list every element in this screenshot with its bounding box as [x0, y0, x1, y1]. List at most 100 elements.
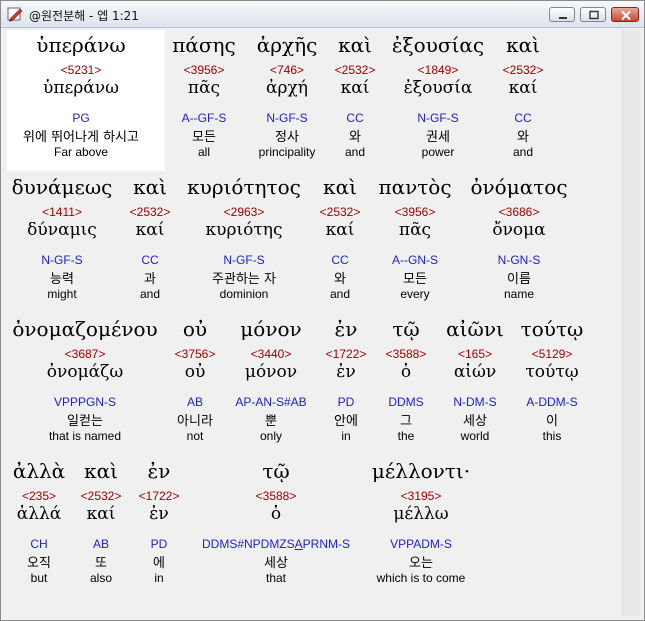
english-gloss: power [421, 145, 455, 159]
greek-word: καὶ [338, 33, 372, 57]
parsing-code: PG [72, 111, 90, 125]
greek-word: ὀνομαζομένου [12, 317, 158, 341]
greek-word: μέλλοντι· [371, 459, 471, 483]
korean-gloss: 와 [334, 272, 346, 287]
parsing-code: A--GF-S [181, 111, 227, 125]
word-cell[interactable]: μέλλοντι· <3195> μέλλω VPPADM-S 오는 which… [372, 459, 470, 585]
greek-word: μόνον [240, 317, 302, 341]
word-cell[interactable]: ἀρχῆς <746> ἀρχή N-GF-S 정사 principality [257, 33, 318, 159]
greek-word: κυριότητος [187, 175, 301, 199]
korean-gloss: 아니라 [177, 414, 213, 429]
strong-number: <3956> [394, 205, 436, 219]
english-gloss: name [503, 287, 535, 301]
strong-number: <3687> [64, 347, 106, 361]
greek-word: καὶ [506, 33, 540, 57]
parsing-code: AB [92, 537, 109, 551]
word-cell[interactable]: ὑπεράνω <5231> ὑπεράνω PG 위에 뛰어나게 하시고 Fa… [23, 33, 139, 159]
word-cell[interactable]: καὶ <2532> καί CC 와 and [503, 33, 544, 159]
strong-number: <2532> [334, 63, 376, 77]
english-gloss: only [259, 429, 283, 443]
korean-gloss: 모든 [192, 130, 216, 145]
lexeme: ἐξουσία [403, 78, 473, 98]
lexeme: ἐν [149, 504, 169, 524]
word-cell[interactable]: καὶ <2532> καί AB 또 also [81, 459, 122, 585]
word-cell[interactable]: ὀνόματος <3686> ὄνομα N-GN-S 이름 name [470, 175, 567, 301]
korean-gloss: 세상 [264, 556, 288, 571]
parsing-code-underlined: A [294, 537, 303, 551]
parsing-code: A-DDM-S [526, 395, 578, 409]
strong-number: <3956> [183, 63, 225, 77]
korean-gloss: 능력 [50, 272, 74, 287]
english-gloss: that [265, 571, 286, 585]
lexeme: πᾶς [187, 78, 221, 98]
parsing-code: AP-AN-S#AB [235, 395, 307, 409]
word-cell[interactable]: τῷ <3588> ὁ DDMS#NPDMZSAPRNM-S 세상 that [202, 459, 350, 585]
english-gloss: and [512, 145, 534, 159]
word-cell[interactable]: ὀνομαζομένου <3687> ὀνομάζω VPPPGN-S 일컫는… [12, 317, 157, 443]
strong-number: <2532> [129, 205, 171, 219]
greek-word: ὑπεράνω [36, 33, 126, 57]
greek-word: πάσης [172, 33, 236, 57]
strong-number: <3756> [174, 347, 216, 361]
greek-word: καὶ [84, 459, 118, 483]
lexeme: τούτῳ [525, 362, 579, 382]
word-cell[interactable]: ἀλλὰ <235> ἀλλά CH 오직 but [13, 459, 65, 585]
greek-word: ἀλλὰ [12, 459, 66, 483]
english-gloss: and [329, 287, 351, 301]
strong-number: <1722> [325, 347, 367, 361]
parsing-code: N-GF-S [41, 253, 83, 267]
maximize-icon [589, 10, 599, 20]
word-cell[interactable]: αἰῶνι <165> αἰών N-DM-S 세상 world [446, 317, 504, 443]
parsing-code: VPPPGN-S [53, 395, 116, 409]
lexeme: ἀρχή [266, 78, 308, 98]
lexeme: ὑπεράνω [43, 78, 119, 98]
lexeme: ἀλλά [16, 504, 62, 524]
strong-number: <3686> [498, 205, 540, 219]
english-gloss: every [400, 287, 430, 301]
title-bar[interactable]: @원전분해 - 엡 1:21 [1, 1, 644, 28]
word-cell[interactable]: ἐν <1722> ἐν PD 에 in [139, 459, 180, 585]
word-cell[interactable]: καὶ <2532> καί CC 와 and [335, 33, 376, 159]
word-cell[interactable]: πάσης <3956> πᾶς A--GF-S 모든 all [172, 33, 236, 159]
minimize-icon [559, 17, 567, 19]
word-cell[interactable]: μόνον <3440> μόνον AP-AN-S#AB 뿐 only [235, 317, 306, 443]
korean-gloss: 에 [153, 556, 165, 571]
greek-word: παντὸς [378, 175, 452, 199]
word-cell[interactable]: κυριότητος <2963> κυριότης N-GF-S 주관하는 자… [187, 175, 301, 301]
vertical-scrollbar[interactable] [622, 30, 640, 616]
app-pen-icon [7, 7, 23, 22]
korean-gloss: 뿐 [265, 414, 277, 429]
word-cell[interactable]: οὐ <3756> οὐ AB 아니라 not [175, 317, 216, 443]
word-cell[interactable]: ἐν <1722> ἐν PD 안에 in [326, 317, 367, 443]
lexeme: οὐ [184, 362, 206, 382]
word-cell[interactable]: τούτῳ <5129> τούτῳ A-DDM-S 이 this [521, 317, 584, 443]
word-cell[interactable]: παντὸς <3956> πᾶς A--GN-S 모든 every [378, 175, 451, 301]
english-gloss: also [89, 571, 112, 585]
word-cell[interactable]: ἐξουσίας <1849> ἐξουσία N-GF-S 권세 power [392, 33, 484, 159]
strong-number: <2532> [80, 489, 122, 503]
minimize-button[interactable] [549, 7, 575, 22]
word-cell[interactable]: καὶ <2532> καί CC 과 and [130, 175, 171, 301]
lexeme: μέλλω [393, 504, 449, 524]
close-button[interactable] [611, 7, 639, 22]
greek-word: αἰῶνι [446, 317, 504, 341]
korean-gloss: 과 [144, 272, 156, 287]
korean-gloss: 권세 [426, 130, 450, 145]
word-cell[interactable]: δυνάμεως <1411> δύναμις N-GF-S 능력 might [12, 175, 113, 301]
korean-gloss: 위에 뛰어나게 하시고 [23, 130, 139, 145]
word-cell[interactable]: καὶ <2532> καί CC 와 and [320, 175, 361, 301]
english-gloss: world [460, 429, 490, 443]
strong-number: <2532> [319, 205, 361, 219]
greek-word: τῷ [262, 459, 290, 483]
strong-number: <3195> [400, 489, 442, 503]
maximize-button[interactable] [580, 7, 606, 22]
parsing-code: CC [346, 111, 364, 125]
greek-word: καὶ [323, 175, 357, 199]
parsing-code: DDMS [388, 395, 424, 409]
strong-number: <3588> [385, 347, 427, 361]
lexeme: μόνον [244, 362, 298, 382]
korean-gloss: 모든 [403, 272, 427, 287]
strong-number: <2532> [502, 63, 544, 77]
parsing-code: N-GN-S [497, 253, 541, 267]
word-cell[interactable]: τῷ <3588> ὁ DDMS 그 the [386, 317, 427, 443]
